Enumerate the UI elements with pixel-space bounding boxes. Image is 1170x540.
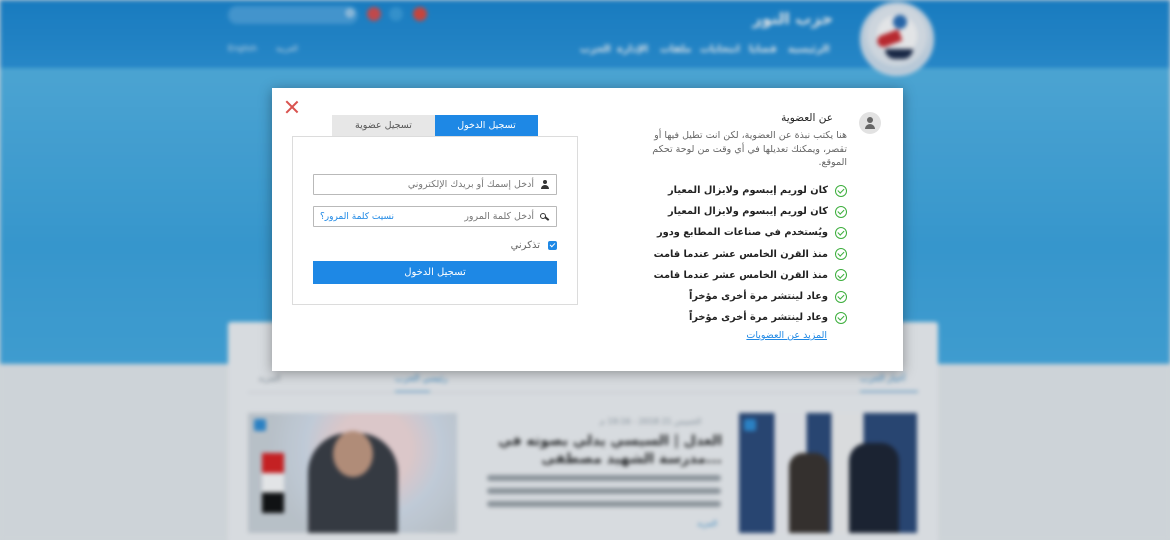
check-circle-icon	[835, 290, 847, 303]
username-placeholder: أدخل إسمك أو بريدك الإلكتروني	[407, 179, 534, 190]
list-item: كان لوريم إيبسوم ولايزال المعيار	[654, 201, 847, 222]
membership-description: هنا يكتب نبذة عن العضوية، لكن انت تطيل ف…	[652, 130, 847, 168]
list-item: وعاد لينتشر مرة أخرى مؤخراً	[654, 307, 847, 328]
modal-tabs: تسجيل عضوية تسجيل الدخول	[332, 115, 538, 141]
check-circle-icon	[835, 184, 847, 197]
check-circle-icon	[835, 248, 847, 261]
tab-login[interactable]: تسجيل الدخول	[435, 115, 538, 141]
user-icon	[540, 179, 550, 190]
password-placeholder: أدخل كلمة المرور	[464, 211, 534, 222]
username-field[interactable]: أدخل إسمك أو بريدك الإلكتروني	[313, 174, 557, 195]
check-circle-icon	[835, 269, 847, 282]
list-item: ويُستخدم في صناعات المطابع ودور	[654, 222, 847, 243]
user-avatar-icon	[859, 112, 881, 134]
list-item: وعاد لينتشر مرة أخرى مؤخراً	[654, 286, 847, 307]
check-circle-icon	[835, 205, 847, 218]
remember-me-checkbox[interactable]	[548, 241, 557, 250]
close-icon[interactable]	[285, 100, 299, 114]
membership-features: كان لوريم إيبسوم ولايزال المعيار كان لور…	[654, 180, 847, 328]
password-field[interactable]: أدخل كلمة المرور نسيت كلمة المرور؟	[313, 206, 557, 227]
forgot-password-link[interactable]: نسيت كلمة المرور؟	[320, 212, 394, 222]
list-item: منذ القرن الخامس عشر عندما قامت	[654, 265, 847, 286]
key-icon	[540, 212, 550, 222]
check-circle-icon	[835, 311, 847, 324]
check-circle-icon	[835, 226, 847, 239]
tab-register[interactable]: تسجيل عضوية	[332, 115, 435, 136]
login-form: أدخل إسمك أو بريدك الإلكتروني أدخل كلمة …	[292, 136, 578, 305]
remember-me: تذكرني	[511, 240, 557, 251]
membership-title: عن العضوية	[781, 112, 833, 124]
membership-modal: تسجيل عضوية تسجيل الدخول أدخل إسمك أو بر…	[272, 88, 903, 371]
more-about-memberships-link[interactable]: المزيد عن العضويات	[746, 330, 827, 341]
list-item: كان لوريم إيبسوم ولايزال المعيار	[654, 180, 847, 201]
list-item: منذ القرن الخامس عشر عندما قامت	[654, 244, 847, 265]
login-button[interactable]: تسجيل الدخول	[313, 261, 557, 284]
remember-me-label: تذكرني	[510, 240, 540, 251]
